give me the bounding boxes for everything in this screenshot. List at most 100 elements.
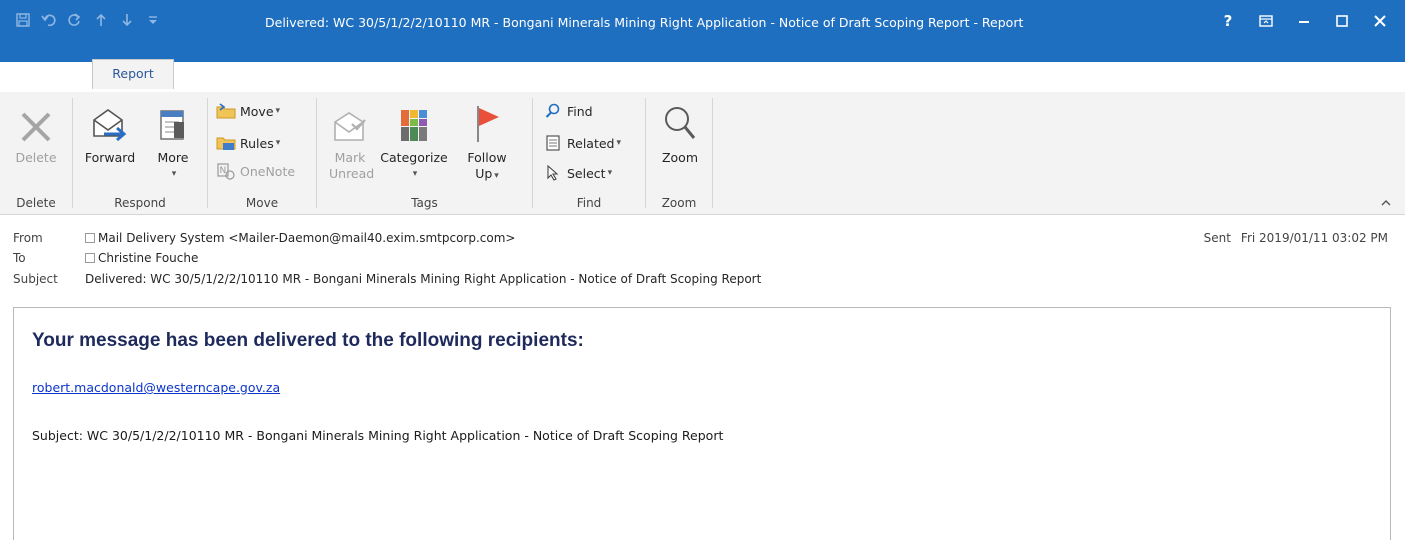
down-arrow-icon[interactable] (114, 9, 140, 31)
move-button[interactable]: Move ▾ (216, 100, 280, 122)
onenote-icon: N (217, 163, 235, 180)
sender-presence-icon (85, 233, 95, 243)
tab-file[interactable]: File (8, 60, 56, 90)
select-button-label: Select (567, 165, 606, 181)
title-bar: Delivered: WC 30/5/1/2/2/10110 MR - Bong… (0, 0, 1405, 62)
up-arrow-icon[interactable] (88, 9, 114, 31)
ribbon-display-options-button[interactable] (1247, 9, 1285, 33)
zoom-button[interactable]: Zoom (652, 96, 708, 166)
ribbon-group-label-move: Move (245, 196, 279, 210)
to-label: To (13, 251, 26, 265)
ribbon-group-label-delete: Delete (16, 196, 56, 210)
ribbon-group-tags: Mark Unread Categorize ▾ Follow Up ▾ Tags (317, 92, 532, 214)
ribbon-group-zoom: Zoom Zoom (646, 92, 712, 214)
onenote-button[interactable]: N OneNote (216, 160, 295, 182)
categorize-label: Categorize (380, 150, 448, 165)
related-caret-icon: ▾ (616, 138, 622, 148)
ribbon-display-icon (1259, 15, 1273, 27)
minimize-button[interactable] (1285, 9, 1323, 33)
redo-icon[interactable] (62, 9, 88, 31)
follow-up-button[interactable]: Follow Up ▾ (455, 96, 519, 184)
ribbon-separator (712, 98, 713, 208)
select-caret-icon: ▾ (607, 168, 613, 178)
categorize-icon (401, 110, 427, 141)
more-icon (160, 110, 184, 140)
categorize-button[interactable]: Categorize ▾ (375, 96, 453, 182)
related-document-icon (546, 135, 560, 151)
related-button[interactable]: Related ▾ (543, 132, 621, 154)
ribbon-group-delete: Delete Delete (0, 92, 72, 214)
undo-icon[interactable] (36, 9, 62, 31)
flag-icon (477, 106, 499, 142)
svg-text:N: N (220, 166, 227, 176)
minimize-icon (1299, 21, 1309, 23)
ribbon-group-label-find: Find (576, 196, 602, 210)
from-value[interactable]: Mail Delivery System <Mailer-Daemon@mail… (98, 231, 515, 245)
tab-report[interactable]: Report (92, 59, 174, 89)
find-button[interactable]: Find (543, 100, 593, 122)
onenote-button-label: OneNote (240, 163, 296, 179)
to-value[interactable]: Christine Fouche (98, 251, 198, 265)
collapse-ribbon-button[interactable] (1381, 196, 1391, 210)
ribbon-group-respond: Forward More ▾ Respond (73, 92, 207, 214)
help-button[interactable]: ? (1209, 9, 1247, 33)
zoom-magnifier-icon (665, 107, 696, 139)
delete-button[interactable]: Delete (6, 96, 66, 166)
sent-info: Sent Fri 2019/01/11 03:02 PM (1204, 228, 1388, 248)
follow-up-label-line1: Follow (467, 150, 507, 165)
from-row: From Mail Delivery System <Mailer-Daemon@… (13, 228, 515, 248)
subject-row: Subject Delivered: WC 30/5/1/2/2/10110 MR… (13, 269, 761, 289)
ribbon-group-find: Find Related ▾ Select ▾ Find (533, 92, 645, 214)
chevron-up-icon (1381, 200, 1391, 206)
sent-label: Sent (1203, 231, 1231, 245)
zoom-button-label: Zoom (661, 150, 699, 165)
from-label: From (13, 231, 43, 245)
select-button[interactable]: Select ▾ (543, 162, 612, 184)
rules-caret-icon: ▾ (275, 138, 281, 148)
delete-button-label: Delete (15, 150, 57, 165)
window-controls: ? (1209, 9, 1399, 33)
to-row: To Christine Fouche (13, 248, 198, 268)
mark-unread-button[interactable]: Mark Unread (329, 96, 375, 182)
ribbon: Delete Delete Forward More ▾ Respond Mov… (0, 92, 1405, 215)
cursor-arrow-icon (547, 165, 559, 181)
maximize-icon (1336, 15, 1348, 27)
subject-value: Delivered: WC 30/5/1/2/2/10110 MR - Bong… (85, 272, 762, 286)
quick-access-toolbar (10, 9, 166, 31)
move-button-label: Move (240, 103, 274, 119)
subject-label: Subject (13, 272, 58, 286)
save-icon[interactable] (10, 9, 36, 31)
ribbon-group-move: Move ▾ Rules ▾ N OneNote Move (208, 92, 316, 214)
categorize-caret-icon: ▾ (412, 169, 418, 179)
mark-unread-label-line2: Unread (329, 166, 375, 181)
find-button-label: Find (567, 103, 593, 119)
delete-icon (21, 112, 51, 142)
follow-up-caret-icon: ▾ (494, 171, 499, 181)
forward-icon (93, 109, 127, 142)
rules-button[interactable]: Rules ▾ (216, 132, 280, 154)
ribbon-group-label-tags: Tags (411, 196, 438, 210)
maximize-button[interactable] (1323, 9, 1361, 33)
recipient-presence-icon (85, 253, 95, 263)
message-body: Your message has been delivered to the f… (13, 307, 1391, 540)
more-respond-button[interactable]: More ▾ (145, 96, 201, 182)
close-icon (1374, 15, 1386, 27)
recipient-link[interactable]: robert.macdonald@westerncape.gov.za (32, 380, 280, 395)
more-caret-icon: ▾ (171, 169, 177, 179)
search-icon (545, 103, 560, 118)
forward-button[interactable]: Forward (79, 96, 141, 166)
customize-icon[interactable] (140, 9, 166, 31)
ribbon-group-label-respond: Respond (114, 196, 166, 210)
sent-value: Fri 2019/01/11 03:02 PM (1240, 231, 1388, 245)
message-header: From Mail Delivery System <Mailer-Daemon@… (0, 228, 1405, 308)
message-subject-line: Subject: WC 30/5/1/2/2/10110 MR - Bongan… (32, 428, 724, 443)
close-button[interactable] (1361, 9, 1399, 33)
mark-unread-icon (334, 112, 366, 141)
move-folder-icon (216, 103, 236, 119)
rules-button-label: Rules (240, 135, 274, 151)
related-button-label: Related (567, 135, 615, 151)
mark-unread-label-line1: Mark (334, 150, 366, 165)
move-caret-icon: ▾ (275, 106, 281, 116)
follow-up-label-line2: Up (475, 166, 493, 181)
ribbon-group-label-zoom: Zoom (661, 196, 697, 210)
